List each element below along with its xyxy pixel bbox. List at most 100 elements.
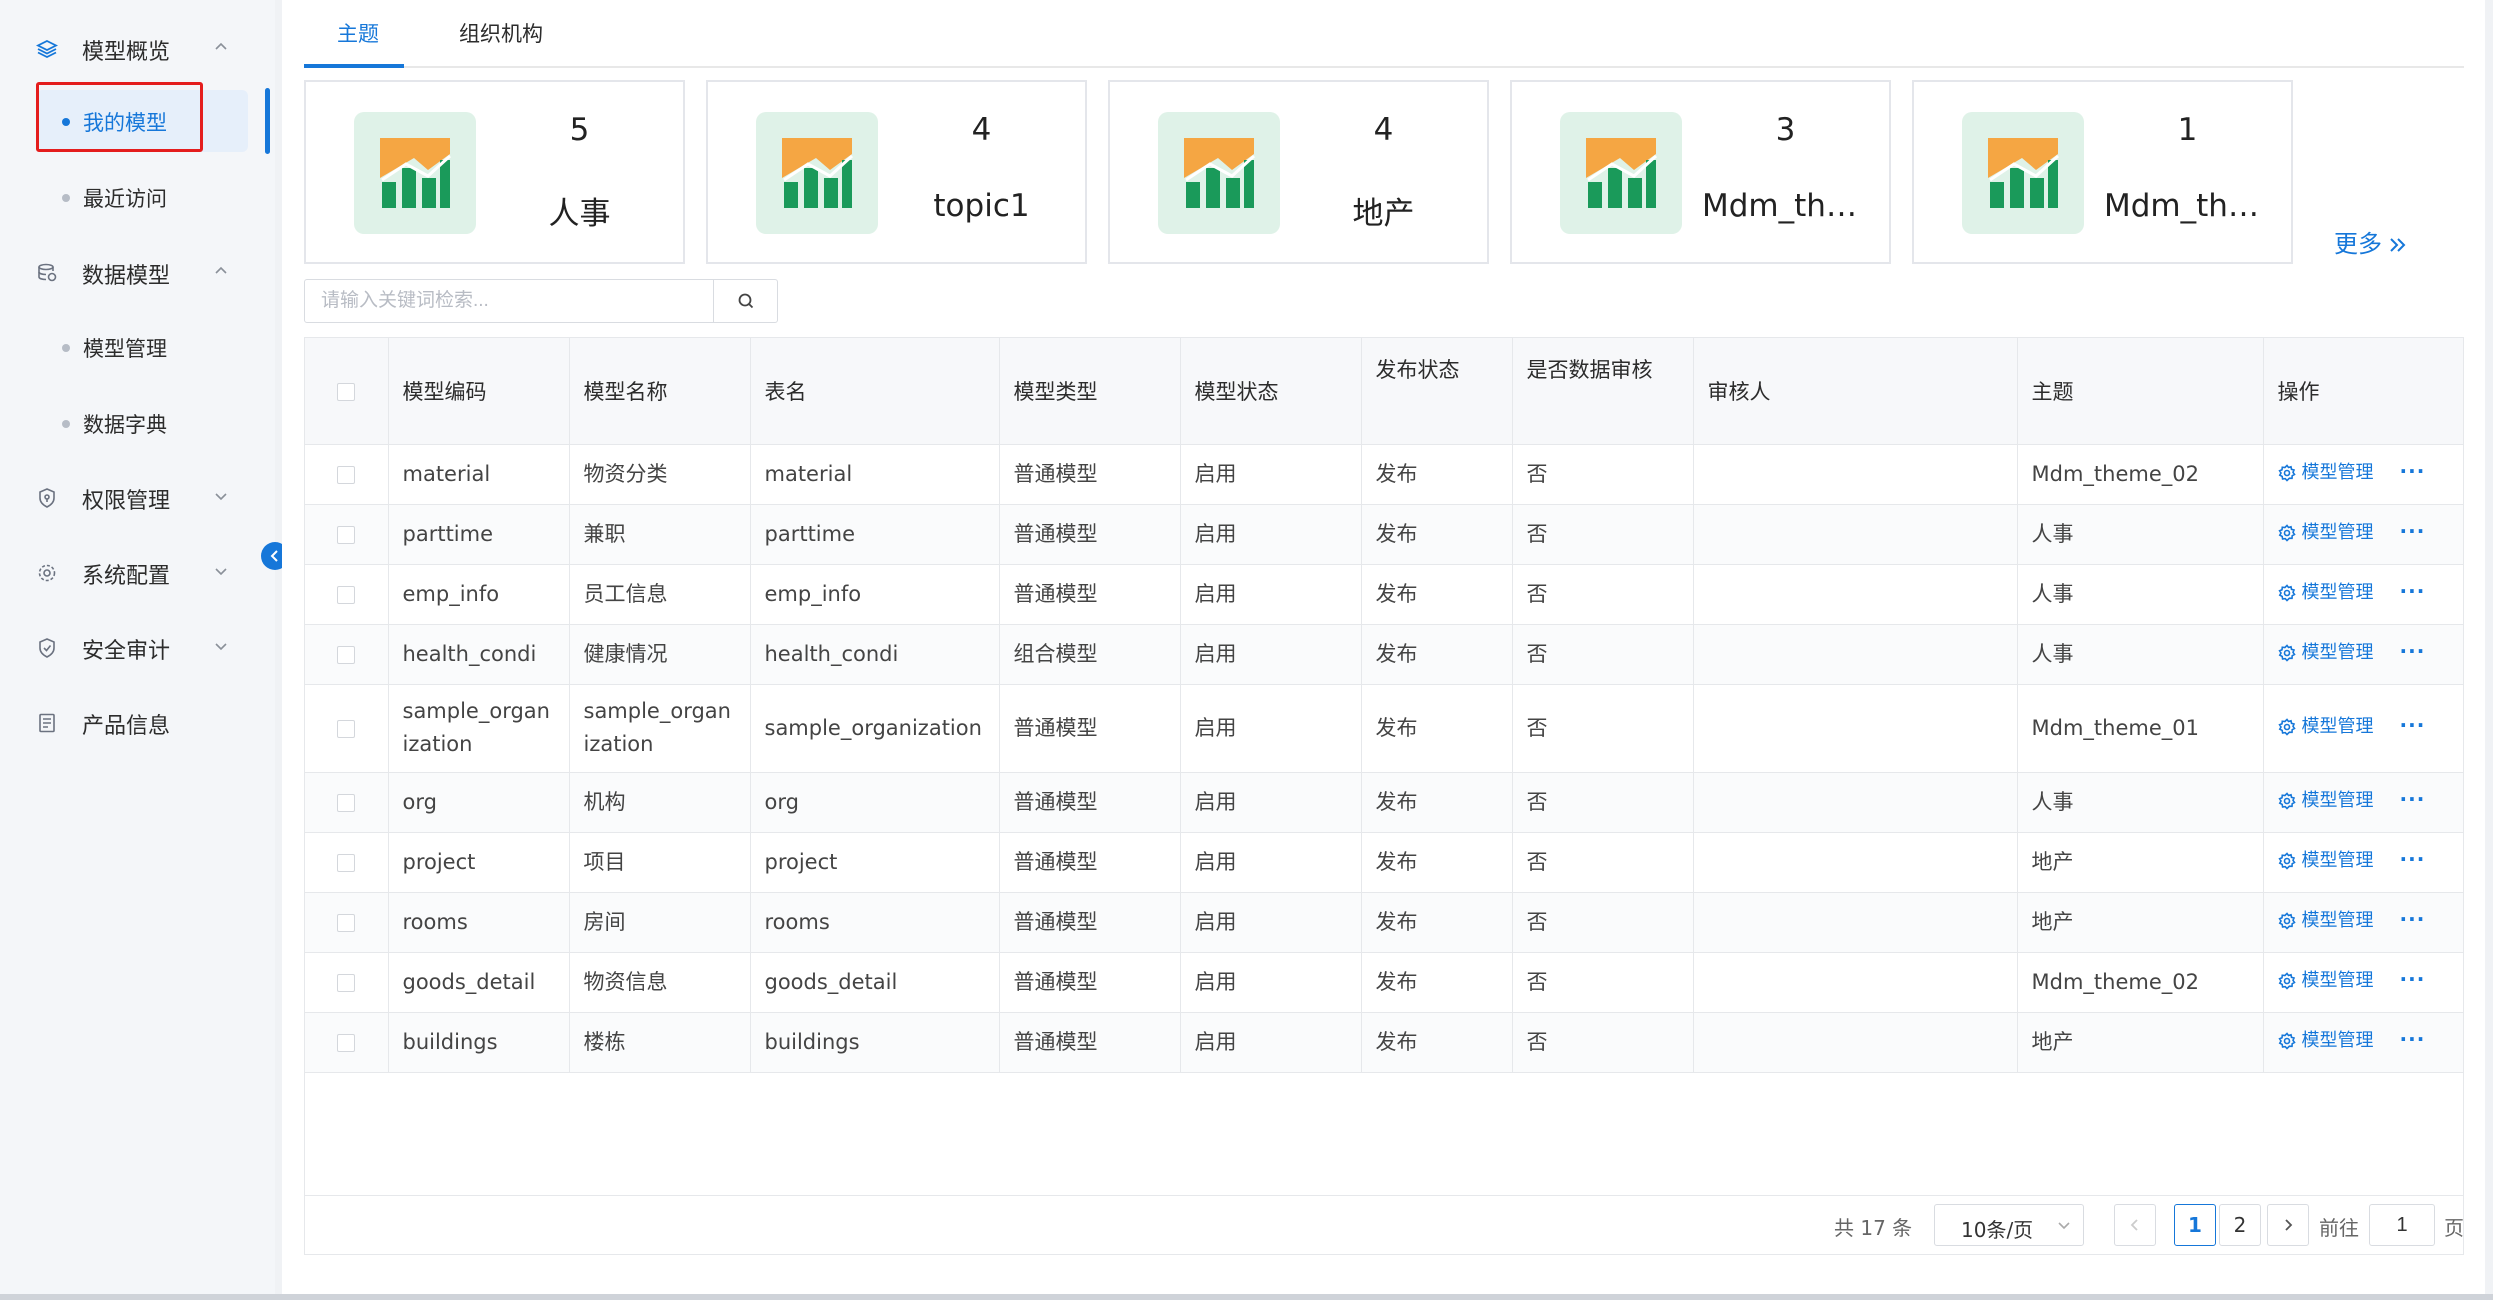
more-actions-icon[interactable]: ··· xyxy=(2400,1023,2426,1056)
table-header-row: 模型编码 模型名称 表名 模型类型 模型状态 发布状态 是否数据审核 审核人 主… xyxy=(305,338,2463,445)
model-manage-button[interactable]: 模型管理 xyxy=(2277,1024,2374,1057)
table-row[interactable]: project 项目 project 普通模型 启用 发布否地产 模型管理 ··· xyxy=(305,832,2463,893)
model-manage-button[interactable]: 模型管理 xyxy=(2277,844,2374,877)
cell-code: sample_organization xyxy=(388,684,570,773)
cell-type: 普通模型 xyxy=(999,952,1181,1013)
cell-auditor xyxy=(1693,1012,2018,1073)
theme-card[interactable]: 4 地产 xyxy=(1108,80,1489,264)
row-checkbox[interactable] xyxy=(337,913,356,932)
chart-icon-box xyxy=(756,112,878,234)
model-manage-button[interactable]: 模型管理 xyxy=(2277,576,2374,609)
cell-auditor xyxy=(1693,952,2018,1013)
model-manage-button[interactable]: 模型管理 xyxy=(2277,516,2374,549)
cell-table: rooms xyxy=(750,892,1000,953)
row-checkbox[interactable] xyxy=(337,525,356,544)
cell-actions: 模型管理 ··· xyxy=(2263,624,2463,685)
more-actions-icon[interactable]: ··· xyxy=(2400,783,2426,816)
cell-type: 普通模型 xyxy=(999,684,1181,773)
page-button-2[interactable]: 2 xyxy=(2219,1204,2261,1246)
more-actions-icon[interactable]: ··· xyxy=(2400,635,2426,668)
prev-page-button[interactable] xyxy=(2114,1204,2156,1246)
table-row[interactable]: rooms 房间 rooms 普通模型 启用 发布否地产 模型管理 ··· xyxy=(305,892,2463,953)
cell-actions: 模型管理 ··· xyxy=(2263,504,2463,565)
cell-actions: 模型管理 ··· xyxy=(2263,952,2463,1013)
cell-type: 普通模型 xyxy=(999,832,1181,893)
pagination: 共 17 条 10条/页 1 2 前往 页 xyxy=(304,1195,2464,1255)
row-checkbox[interactable] xyxy=(337,719,356,738)
row-checkbox[interactable] xyxy=(337,585,356,604)
row-checkbox[interactable] xyxy=(337,1033,356,1052)
theme-card[interactable]: 5 人事 xyxy=(304,80,685,264)
table-row[interactable]: buildings 楼栋 buildings 普通模型 启用 发布否地产 模型管理 ··· xyxy=(305,1012,2463,1073)
pagination-total: 共 17 条 xyxy=(1834,1216,1913,1240)
next-page-button[interactable] xyxy=(2267,1204,2309,1246)
cell-code: org xyxy=(388,772,570,833)
sidebar-item-my-models[interactable]: 我的模型 xyxy=(36,90,248,152)
tab-organization[interactable]: 组织机构 xyxy=(459,18,543,48)
page-button-1[interactable]: 1 xyxy=(2174,1204,2216,1246)
theme-card[interactable]: 1 Mdm_them... xyxy=(1912,80,2293,264)
more-themes-link[interactable]: 更多 xyxy=(2334,224,2408,259)
cell-code: material xyxy=(388,444,570,505)
theme-card[interactable]: 3 Mdm_them... xyxy=(1510,80,1891,264)
tab-theme[interactable]: 主题 xyxy=(337,18,379,48)
table-row[interactable]: sample_organization sample_organization sa… xyxy=(305,684,2463,773)
nav-group-system-config[interactable]: 系统配置 xyxy=(0,542,275,602)
more-actions-icon[interactable]: ··· xyxy=(2400,575,2426,608)
model-manage-button[interactable]: 模型管理 xyxy=(2277,710,2374,743)
cell-audit: 否 xyxy=(1512,684,1694,773)
table-row[interactable]: health_condi 健康情况 health_condi 组合模型 启用 发布否人事模… xyxy=(305,624,2463,685)
cell-audit: 否 xyxy=(1512,504,1694,565)
row-checkbox-cell xyxy=(305,624,389,685)
more-actions-icon[interactable]: ··· xyxy=(2400,709,2426,742)
row-checkbox[interactable] xyxy=(337,853,356,872)
cell-actions: 模型管理 ··· xyxy=(2263,684,2463,773)
cell-status: 启用 xyxy=(1180,832,1362,893)
row-checkbox[interactable] xyxy=(337,465,356,484)
row-checkbox[interactable] xyxy=(337,793,356,812)
sidebar-item-dictionary[interactable]: 数据字典 xyxy=(36,392,248,454)
table-row[interactable]: goods_detail 物资信息 goods_detail 普通模型 启用 发布否 Mdm… xyxy=(305,952,2463,1013)
page-size-select[interactable]: 10条/页 xyxy=(1934,1204,2084,1246)
model-manage-button[interactable]: 模型管理 xyxy=(2277,904,2374,937)
cell-publish: 发布 xyxy=(1361,892,1513,953)
row-checkbox[interactable] xyxy=(337,973,356,992)
chart-icon xyxy=(1988,138,2060,208)
more-actions-icon[interactable]: ··· xyxy=(2400,843,2426,876)
model-manage-button[interactable]: 模型管理 xyxy=(2277,784,2374,817)
table-row[interactable]: org 机构 org 普通模型 启用 发布否人事 模型管理 ··· xyxy=(305,772,2463,833)
theme-card[interactable]: 4 topic1 xyxy=(706,80,1087,264)
nav-group-permissions[interactable]: 权限管理 xyxy=(0,467,275,527)
goto-page-input[interactable] xyxy=(2369,1204,2435,1246)
row-checkbox[interactable] xyxy=(337,645,356,664)
table-row[interactable]: emp_info 员工信息 emp_info 普通模型 启用 发布否人事 模型管理 ··· xyxy=(305,564,2463,625)
model-manage-button[interactable]: 模型管理 xyxy=(2277,964,2374,997)
more-actions-icon[interactable]: ··· xyxy=(2400,455,2426,488)
cell-publish: 发布 xyxy=(1361,772,1513,833)
cell-status: 启用 xyxy=(1180,952,1362,1013)
row-checkbox-cell xyxy=(305,952,389,1013)
table-row[interactable]: parttime 兼职 parttime 普通模型 启用 发布否人事 模型管理 ··· xyxy=(305,504,2463,565)
theme-card-name: Mdm_them... xyxy=(1702,188,1869,224)
cell-type: 普通模型 xyxy=(999,772,1181,833)
search-button[interactable] xyxy=(713,280,778,322)
cell-publish: 发布 xyxy=(1361,832,1513,893)
nav-group-data-model[interactable]: 数据模型 xyxy=(0,242,275,302)
nav-group-product-info[interactable]: 产品信息 xyxy=(0,692,275,752)
search-input[interactable] xyxy=(305,280,713,322)
nav-group-model-overview[interactable]: 模型概览 xyxy=(0,18,275,78)
model-manage-button[interactable]: 模型管理 xyxy=(2277,636,2374,669)
cell-table: buildings xyxy=(750,1012,1000,1073)
sidebar-item-model-manage[interactable]: 模型管理 xyxy=(36,316,248,378)
more-actions-icon[interactable]: ··· xyxy=(2400,903,2426,936)
table-row[interactable]: material 物资分类 material 普通模型 启用 发布否 Mdm_theme_0… xyxy=(305,444,2463,505)
cell-code: buildings xyxy=(388,1012,570,1073)
nav-group-security-audit[interactable]: 安全审计 xyxy=(0,617,275,677)
more-actions-icon[interactable]: ··· xyxy=(2400,963,2426,996)
more-actions-icon[interactable]: ··· xyxy=(2400,515,2426,548)
chevron-down-icon xyxy=(215,493,227,501)
model-manage-button[interactable]: 模型管理 xyxy=(2277,456,2374,489)
select-all-checkbox[interactable] xyxy=(337,382,356,401)
cell-table: health_condi xyxy=(750,624,1000,685)
sidebar-item-recent[interactable]: 最近访问 xyxy=(36,166,248,228)
